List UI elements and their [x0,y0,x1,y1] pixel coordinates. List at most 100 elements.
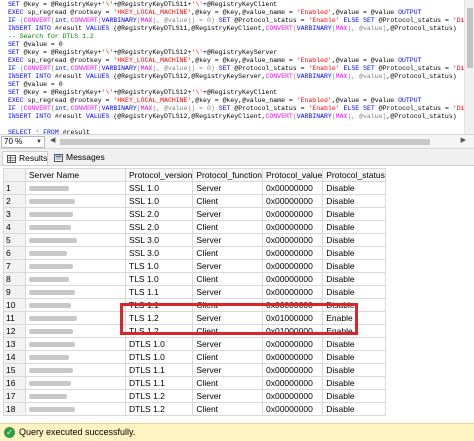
table-cell[interactable]: Disable [322,350,386,364]
table-cell[interactable]: Server [192,363,263,377]
table-cell[interactable]: 0x00000000 [261,181,324,195]
table-row[interactable]: 10 TLS 1.1 Client 0x00000000 Disable [3,298,386,312]
table-cell[interactable]: DTLS 1.0 [124,337,194,351]
table-cell[interactable]: Server [192,285,263,299]
server-name-cell[interactable] [25,272,126,286]
table-row[interactable]: 2 SSL 1.0 Client 0x00000000 Disable [3,194,386,208]
table-cell[interactable]: 0x01000000 [261,311,324,325]
row-number[interactable]: 8 [3,272,26,286]
table-cell[interactable]: TLS 1.2 [124,324,194,338]
row-number[interactable]: 14 [3,350,26,364]
server-name-cell[interactable] [25,207,126,221]
table-cell[interactable]: SSL 1.0 [124,181,194,195]
server-name-cell[interactable] [25,220,126,234]
server-name-cell[interactable] [25,259,126,273]
table-cell[interactable]: Disable [322,246,386,260]
table-cell[interactable]: TLS 1.2 [124,311,194,325]
table-cell[interactable]: Client [192,194,263,208]
row-number-header[interactable] [3,168,26,182]
table-cell[interactable]: 0x00000000 [261,389,324,403]
row-number[interactable]: 16 [3,376,26,390]
table-row[interactable]: 18 DTLS 1.2 Client 0x00000000 Disable [3,402,386,416]
hscroll-thumb[interactable] [60,139,430,145]
table-cell[interactable]: Disable [322,298,386,312]
table-cell[interactable]: 0x00000000 [261,220,324,234]
table-cell[interactable]: Server [192,181,263,195]
table-cell[interactable]: SSL 2.0 [124,207,194,221]
table-cell[interactable]: TLS 1.1 [124,298,194,312]
server-name-cell[interactable] [25,298,126,312]
column-header[interactable]: Protocol_function [192,168,263,182]
table-cell[interactable]: DTLS 1.2 [124,389,194,403]
table-row[interactable]: 1 SSL 1.0 Server 0x00000000 Disable [3,181,386,195]
table-cell[interactable]: Disable [322,194,386,208]
table-cell[interactable]: 0x00000000 [261,363,324,377]
table-cell[interactable]: Client [192,246,263,260]
table-cell[interactable]: SSL 3.0 [124,246,194,260]
server-name-cell[interactable] [25,233,126,247]
table-row[interactable]: 13 DTLS 1.0 Server 0x00000000 Disable [3,337,386,351]
editor-vertical-scrollbar[interactable] [464,0,474,134]
table-row[interactable]: 11 TLS 1.2 Server 0x01000000 Enable [3,311,386,325]
table-cell[interactable]: Server [192,337,263,351]
table-row[interactable]: 4 SSL 2.0 Client 0x00000000 Disable [3,220,386,234]
table-cell[interactable]: Disable [322,389,386,403]
table-cell[interactable]: 0x00000000 [261,246,324,260]
table-cell[interactable]: 0x01000000 [261,324,324,338]
zoom-select[interactable]: 70 % ▼ [1,136,45,148]
row-number[interactable]: 2 [3,194,26,208]
table-cell[interactable]: TLS 1.0 [124,272,194,286]
row-number[interactable]: 17 [3,389,26,403]
editor-horizontal-scrollbar[interactable]: ◀ ▶ [48,136,468,146]
tab-results[interactable]: Results [2,151,48,165]
server-name-cell[interactable] [25,389,126,403]
server-name-cell[interactable] [25,376,126,390]
table-cell[interactable]: 0x00000000 [261,233,324,247]
table-cell[interactable]: SSL 1.0 [124,194,194,208]
table-cell[interactable]: DTLS 1.2 [124,402,194,416]
row-number[interactable]: 9 [3,285,26,299]
server-name-cell[interactable] [25,350,126,364]
table-cell[interactable]: DTLS 1.1 [124,363,194,377]
table-row[interactable]: 12 TLS 1.2 Client 0x01000000 Enable [3,324,386,338]
table-cell[interactable]: Server [192,207,263,221]
row-number[interactable]: 13 [3,337,26,351]
server-name-cell[interactable] [25,181,126,195]
table-cell[interactable]: Client [192,350,263,364]
table-cell[interactable]: 0x00000000 [261,259,324,273]
table-row[interactable]: 15 DTLS 1.1 Server 0x00000000 Disable [3,363,386,377]
table-cell[interactable]: TLS 1.0 [124,259,194,273]
table-cell[interactable]: 0x00000000 [261,337,324,351]
row-number[interactable]: 1 [3,181,26,195]
table-cell[interactable]: 0x00000000 [261,402,324,416]
table-cell[interactable]: 0x00000000 [261,285,324,299]
table-row[interactable]: 9 TLS 1.1 Server 0x00000000 Disable [3,285,386,299]
table-cell[interactable]: Disable [322,233,386,247]
table-row[interactable]: 14 DTLS 1.0 Client 0x00000000 Disable [3,350,386,364]
table-cell[interactable]: Disable [322,363,386,377]
table-cell[interactable]: Disable [322,220,386,234]
server-name-cell[interactable] [25,285,126,299]
server-name-cell[interactable] [25,324,126,338]
table-cell[interactable]: Disable [322,337,386,351]
table-row[interactable]: 8 TLS 1.0 Client 0x00000000 Disable [3,272,386,286]
table-row[interactable]: 17 DTLS 1.2 Server 0x00000000 Disable [3,389,386,403]
table-cell[interactable]: Client [192,376,263,390]
scroll-right-icon[interactable]: ▶ [461,136,466,144]
table-cell[interactable]: Disable [322,272,386,286]
row-number[interactable]: 10 [3,298,26,312]
table-cell[interactable]: 0x00000000 [261,207,324,221]
table-row[interactable]: 3 SSL 2.0 Server 0x00000000 Disable [3,207,386,221]
server-name-cell[interactable] [25,194,126,208]
table-cell[interactable]: 0x00000000 [261,298,324,312]
row-number[interactable]: 18 [3,402,26,416]
table-cell[interactable]: 0x00000000 [261,194,324,208]
server-name-cell[interactable] [25,337,126,351]
table-cell[interactable]: 0x00000000 [261,272,324,286]
table-cell[interactable]: DTLS 1.0 [124,350,194,364]
server-name-cell[interactable] [25,363,126,377]
server-name-cell[interactable] [25,311,126,325]
row-number[interactable]: 12 [3,324,26,338]
table-cell[interactable]: Disable [322,402,386,416]
scroll-left-icon[interactable]: ◀ [50,136,55,144]
